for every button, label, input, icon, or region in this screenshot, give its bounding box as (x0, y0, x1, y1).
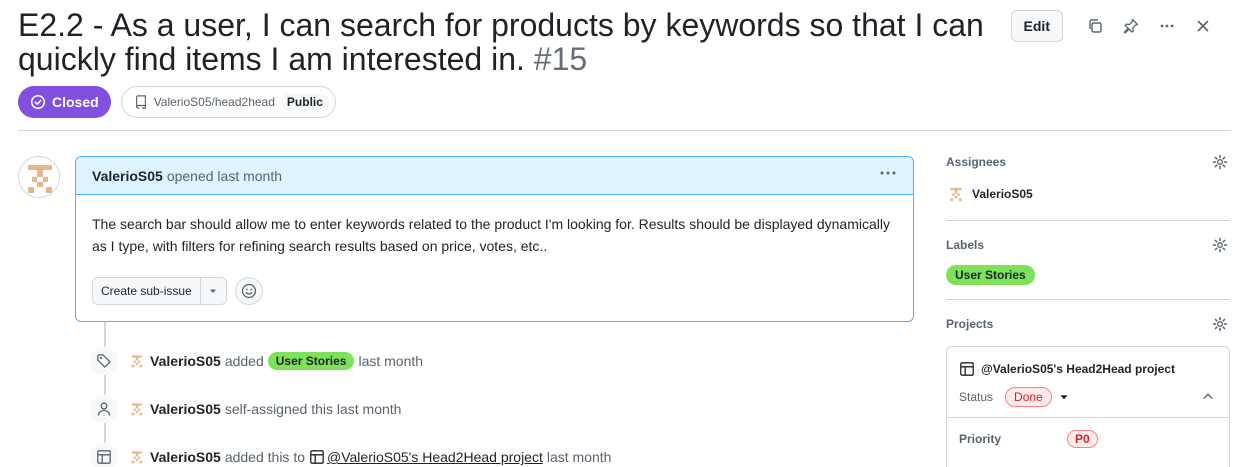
assignee-name[interactable]: ValerioS05 (972, 187, 1033, 201)
timeline-actor[interactable]: ValerioS05 (150, 353, 221, 369)
pin-icon[interactable] (1113, 10, 1149, 42)
timeline-item: ValerioS05 self-assigned this last month (90, 395, 401, 423)
chevron-down-icon[interactable] (199, 278, 226, 304)
issue-meta-row: Closed ValerioS05/head2head Public (18, 86, 336, 118)
timeline-time: last month (358, 353, 424, 369)
person-icon (90, 395, 118, 423)
project-name[interactable]: @ValerioS05's Head2Head project (981, 362, 1175, 376)
timeline-text: added (224, 353, 264, 369)
create-subissue-label[interactable]: Create sub-issue (93, 278, 200, 304)
issue-sidebar: Assignees ValerioS05 Labels User Stories… (946, 150, 1230, 467)
project-link[interactable]: @ValerioS05's Head2Head project (327, 449, 543, 465)
assignees-section: Assignees ValerioS05 (946, 150, 1230, 204)
repo-pill[interactable]: ValerioS05/head2head Public (120, 86, 336, 118)
timeline-time: last month (546, 449, 612, 465)
status-badge-label: Closed (52, 94, 99, 110)
gear-icon[interactable] (1212, 154, 1228, 170)
close-icon[interactable] (1185, 10, 1221, 42)
labels-heading-label: Labels (946, 238, 985, 252)
project-status-label: Status (959, 390, 994, 404)
project-status-row: Status Done (947, 377, 1229, 407)
timeline-text: self-assigned this last month (224, 401, 402, 417)
issue-title-text: E2.2 - As a user, I can search for produ… (18, 7, 984, 77)
project-priority-label: Priority (959, 432, 1002, 446)
chevron-up-icon[interactable] (1201, 389, 1215, 403)
edit-button[interactable]: Edit (1010, 10, 1063, 42)
projects-heading-label: Projects (946, 317, 994, 331)
closed-check-icon (30, 94, 46, 110)
status-select[interactable]: Done (1005, 387, 1052, 407)
comment-header: ValerioS05 opened last month (76, 157, 913, 195)
table-icon (90, 443, 118, 467)
gear-icon[interactable] (1212, 237, 1228, 253)
projects-heading: Projects (946, 312, 1230, 336)
assignees-heading: Assignees (946, 150, 1230, 174)
label-badge[interactable]: User Stories (267, 352, 355, 370)
smiley-icon[interactable] (234, 277, 263, 305)
avatar[interactable] (946, 184, 966, 204)
issue-comment: ValerioS05 opened last month The search … (75, 156, 914, 322)
comment-author[interactable]: ValerioS05 (92, 168, 163, 184)
tag-icon (90, 347, 118, 375)
priority-select[interactable]: P0 (1067, 430, 1098, 448)
avatar[interactable] (128, 400, 146, 418)
repo-icon (135, 95, 146, 109)
sidebar-divider (946, 220, 1230, 221)
kebab-icon[interactable] (1149, 10, 1185, 42)
status-badge: Closed (18, 86, 111, 118)
gear-icon[interactable] (1212, 316, 1228, 332)
project-title[interactable]: @ValerioS05's Head2Head project (947, 347, 1229, 377)
comment-meta: opened last month (166, 167, 283, 184)
project-priority-row: Priority P0 (947, 418, 1229, 448)
visibility-badge: Public (280, 93, 329, 111)
project-card: @ValerioS05's Head2Head project Status D… (946, 346, 1230, 467)
avatar[interactable] (18, 156, 60, 198)
copy-icon[interactable] (1077, 10, 1113, 42)
timeline-actor[interactable]: ValerioS05 (150, 449, 221, 465)
repo-name: ValerioS05/head2head (153, 95, 275, 109)
caret-down-icon[interactable] (1058, 391, 1070, 403)
timeline-item: ValerioS05 added this to @ValerioS05's H… (90, 443, 611, 467)
timeline-item: ValerioS05 added User Stories last month (90, 347, 423, 375)
projects-section: Projects @ValerioS05's Head2Head project… (946, 312, 1230, 467)
comment-body: The search bar should allow me to enter … (92, 216, 890, 254)
comment-kebab-icon[interactable] (879, 165, 897, 186)
labels-heading: Labels (946, 233, 1230, 257)
sidebar-divider (946, 299, 1230, 300)
labels-section: Labels User Stories (946, 233, 1230, 285)
timeline-actor[interactable]: ValerioS05 (150, 401, 221, 417)
assignees-heading-label: Assignees (946, 155, 1007, 169)
avatar[interactable] (128, 448, 146, 466)
issue-number: #15 (533, 41, 588, 77)
header-actions: Edit (1010, 10, 1221, 42)
avatar[interactable] (128, 352, 146, 370)
header-divider (18, 130, 1231, 131)
issue-title: E2.2 - As a user, I can search for produ… (18, 8, 1008, 76)
table-icon (960, 362, 974, 376)
timeline-text: added this to (224, 449, 305, 465)
comment-actions: Create sub-issue (92, 277, 263, 305)
assignee-user[interactable]: ValerioS05 (946, 184, 1230, 204)
label-badge[interactable]: User Stories (946, 265, 1035, 285)
project-table-icon (310, 450, 324, 464)
create-subissue-button[interactable]: Create sub-issue (92, 277, 227, 305)
